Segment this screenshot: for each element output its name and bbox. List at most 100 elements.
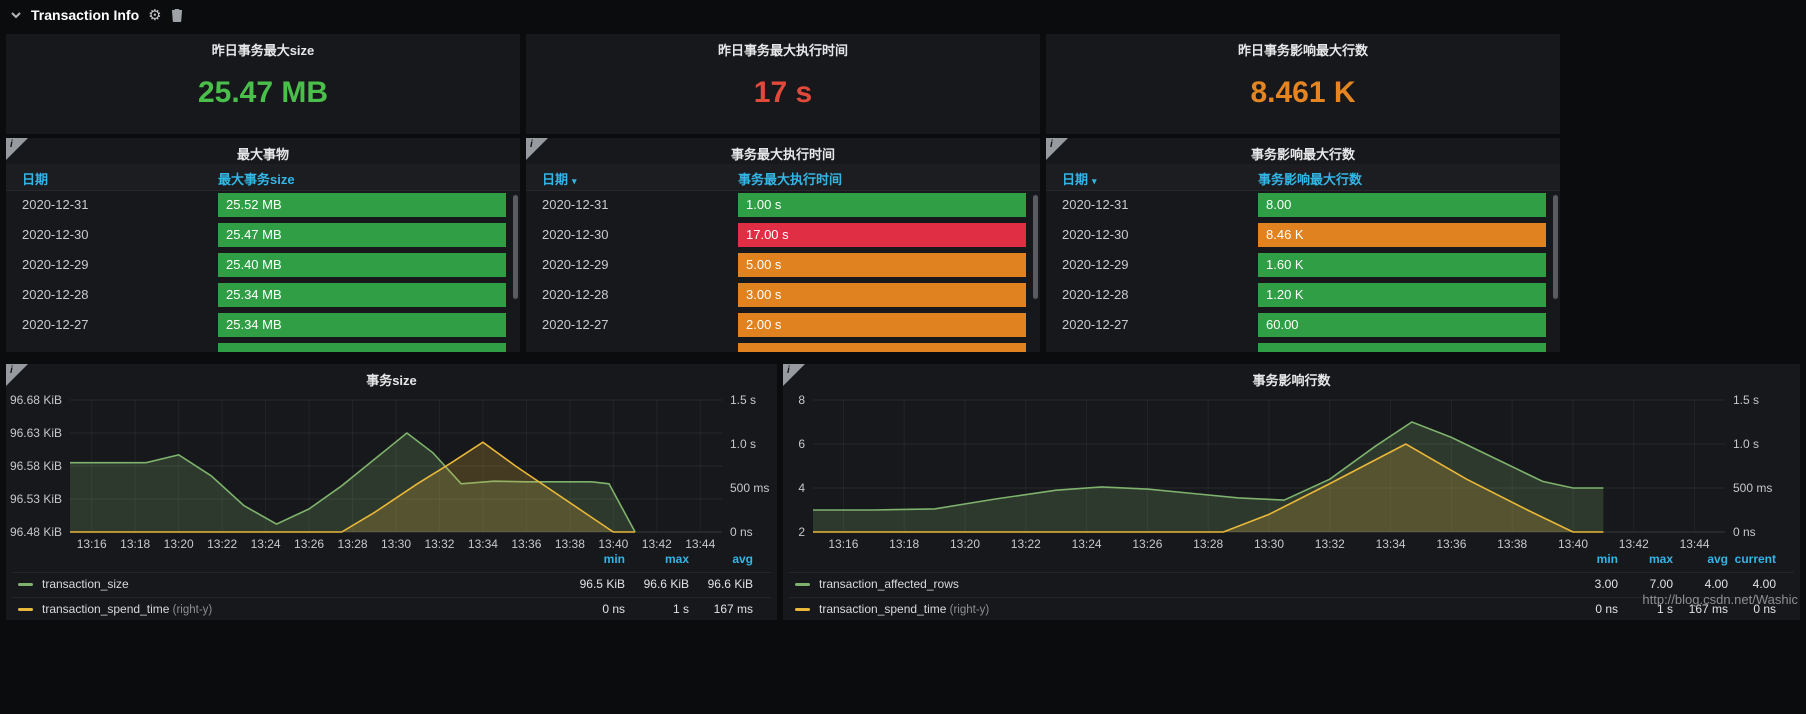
table-cell-partial bbox=[738, 343, 1026, 352]
table-row: 2020-12-29 5.00 s bbox=[526, 250, 1040, 280]
graph-panel-transaction-size: i 事务size 13:16 13:18 13:20 13:22 13:24 13:26 1… bbox=[6, 364, 777, 620]
date-cell: 2020-12-31 bbox=[1062, 197, 1129, 212]
series-color-icon bbox=[795, 608, 810, 611]
legend-column-header[interactable]: avg bbox=[663, 552, 753, 566]
sort-caret-icon: ▾ bbox=[572, 176, 577, 186]
table-scrollbar[interactable] bbox=[1033, 195, 1038, 299]
chart-legend: min max avg current transaction_affected_row… bbox=[783, 550, 1800, 620]
value-cell: 25.40 MB bbox=[218, 253, 506, 277]
value-cell: 60.00 bbox=[1258, 313, 1546, 337]
svg-text:13:38: 13:38 bbox=[1497, 537, 1527, 551]
panel-title[interactable]: 事务size bbox=[6, 370, 777, 389]
svg-text:13:32: 13:32 bbox=[1315, 537, 1345, 551]
table-row: 2020-12-31 25.52 MB bbox=[6, 190, 520, 220]
value-cell: 5.00 s bbox=[738, 253, 1026, 277]
legend-value: 167 ms bbox=[713, 602, 753, 616]
svg-text:13:44: 13:44 bbox=[685, 537, 715, 551]
table-header: 日期 ▾ 事务影响最大行数 bbox=[1046, 164, 1560, 191]
value-cell: 2.00 s bbox=[738, 313, 1026, 337]
series-color-icon bbox=[18, 608, 33, 611]
table-panel-max-exec-time: i 事务最大执行时间 日期 ▾ 事务最大执行时间 2020-12-31 1.00 s… bbox=[526, 138, 1040, 352]
legend-column-header[interactable]: current bbox=[1686, 552, 1776, 566]
grafana-dashboard: Transaction Info ⚙ 昨日事务最大size 25.47 MB 昨… bbox=[0, 0, 1806, 714]
svg-text:13:30: 13:30 bbox=[381, 537, 411, 551]
value-cell: 1.60 K bbox=[1258, 253, 1546, 277]
date-cell: 2020-12-29 bbox=[1062, 257, 1129, 272]
value-cell: 25.34 MB bbox=[218, 283, 506, 307]
column-header-value[interactable]: 最大事务size bbox=[218, 169, 295, 188]
panel-title[interactable]: 昨日事务最大执行时间 bbox=[526, 40, 1040, 59]
date-cell: 2020-12-28 bbox=[1062, 287, 1129, 302]
legend-series-name[interactable]: transaction_size bbox=[42, 577, 129, 591]
date-cell: 2020-12-27 bbox=[542, 317, 609, 332]
trash-icon[interactable] bbox=[171, 8, 183, 22]
svg-text:13:36: 13:36 bbox=[1436, 537, 1466, 551]
column-header-value[interactable]: 事务影响最大行数 bbox=[1258, 169, 1362, 188]
table-panel-max-size: i 最大事物 日期▾ 最大事务size 2020-12-3125.52 MB20… bbox=[6, 138, 520, 352]
legend-series-name[interactable]: transaction_spend_time (right-y) bbox=[42, 602, 212, 616]
table-row: 2020-12-28 3.00 s bbox=[526, 280, 1040, 310]
chart-canvas[interactable]: 13:16 13:18 13:20 13:22 13:24 13:26 13:28 13:30… bbox=[783, 392, 1800, 552]
table-row: 2020-12-31 8.00 bbox=[1046, 190, 1560, 220]
date-cell: 2020-12-31 bbox=[542, 197, 609, 212]
value-cell: 8.46 K bbox=[1258, 223, 1546, 247]
panel-title[interactable]: 最大事物 bbox=[6, 144, 520, 163]
chart-canvas[interactable]: 13:16 13:18 13:20 13:22 13:24 13:26 13:28 13:30… bbox=[6, 392, 777, 552]
gear-icon[interactable]: ⚙ bbox=[148, 8, 161, 23]
graph-panel-affected-rows: i 事务影响行数 13:16 13:18 13:20 13:22 13:24 13:26 1… bbox=[783, 364, 1800, 620]
column-header-date[interactable]: 日期▾ bbox=[22, 169, 48, 188]
date-cell: 2020-12-27 bbox=[1062, 317, 1129, 332]
panel-title[interactable]: 事务影响最大行数 bbox=[1046, 144, 1560, 163]
value-cell: 1.00 s bbox=[738, 193, 1026, 217]
column-header-date[interactable]: 日期▾ bbox=[1062, 169, 1097, 188]
svg-text:1.5 s: 1.5 s bbox=[730, 393, 756, 407]
svg-text:13:40: 13:40 bbox=[598, 537, 628, 551]
table-row: 2020-12-28 25.34 MB bbox=[6, 280, 520, 310]
svg-text:13:24: 13:24 bbox=[251, 537, 281, 551]
table-scrollbar[interactable] bbox=[513, 195, 518, 299]
svg-text:13:22: 13:22 bbox=[207, 537, 237, 551]
series-color-icon bbox=[795, 583, 810, 586]
date-cell: 2020-12-28 bbox=[542, 287, 609, 302]
date-cell: 2020-12-29 bbox=[542, 257, 609, 272]
legend-series-name[interactable]: transaction_spend_time (right-y) bbox=[819, 602, 989, 616]
svg-text:13:30: 13:30 bbox=[1254, 537, 1284, 551]
value-cell: 17.00 s bbox=[738, 223, 1026, 247]
date-cell: 2020-12-28 bbox=[22, 287, 89, 302]
table-body: 2020-12-31 25.52 MB 2020-12-30 25.47 MB 2020… bbox=[6, 190, 520, 352]
svg-text:13:20: 13:20 bbox=[950, 537, 980, 551]
table-scrollbar[interactable] bbox=[1553, 195, 1558, 299]
watermark: http://blog.csdn.net/Washic bbox=[1642, 592, 1798, 607]
table-row: 2020-12-29 25.40 MB bbox=[6, 250, 520, 280]
column-header-value[interactable]: 事务最大执行时间 bbox=[738, 169, 842, 188]
legend-series-name[interactable]: transaction_affected_rows bbox=[819, 577, 959, 591]
panel-title[interactable]: 昨日事务最大size bbox=[6, 40, 520, 59]
value-cell: 3.00 s bbox=[738, 283, 1026, 307]
svg-text:13:16: 13:16 bbox=[77, 537, 107, 551]
legend-value: 4.00 bbox=[1752, 577, 1776, 591]
column-header-date[interactable]: 日期▾ bbox=[542, 169, 577, 188]
svg-text:13:34: 13:34 bbox=[468, 537, 498, 551]
svg-text:1.0 s: 1.0 s bbox=[1733, 437, 1759, 451]
legend-row: transaction_spend_time (right-y) 0 ns 1 s1… bbox=[12, 597, 771, 620]
chevron-down-icon[interactable] bbox=[10, 9, 22, 21]
svg-text:13:18: 13:18 bbox=[889, 537, 919, 551]
svg-text:13:26: 13:26 bbox=[294, 537, 324, 551]
date-cell: 2020-12-30 bbox=[1062, 227, 1129, 242]
row-header: Transaction Info ⚙ bbox=[0, 0, 1806, 30]
panel-title[interactable]: 昨日事务影响最大行数 bbox=[1046, 40, 1560, 59]
svg-text:96.68 KiB: 96.68 KiB bbox=[10, 393, 62, 407]
table-body: 2020-12-31 1.00 s 2020-12-30 17.00 s 2020-12… bbox=[526, 190, 1040, 352]
svg-text:13:34: 13:34 bbox=[1376, 537, 1406, 551]
row-title[interactable]: Transaction Info bbox=[31, 7, 139, 23]
panel-title[interactable]: 事务最大执行时间 bbox=[526, 144, 1040, 163]
panel-title[interactable]: 事务影响行数 bbox=[783, 370, 1800, 389]
table-row: 2020-12-30 8.46 K bbox=[1046, 220, 1560, 250]
svg-text:6: 6 bbox=[798, 437, 805, 451]
svg-text:500 ms: 500 ms bbox=[730, 481, 769, 495]
table-row: 2020-12-30 17.00 s bbox=[526, 220, 1040, 250]
svg-text:13:16: 13:16 bbox=[828, 537, 858, 551]
svg-text:13:36: 13:36 bbox=[511, 537, 541, 551]
svg-text:96.53 KiB: 96.53 KiB bbox=[10, 492, 62, 506]
legend-row: transaction_size 96.5 KiB 96.6 KiB 96.6 KiB bbox=[12, 572, 771, 597]
